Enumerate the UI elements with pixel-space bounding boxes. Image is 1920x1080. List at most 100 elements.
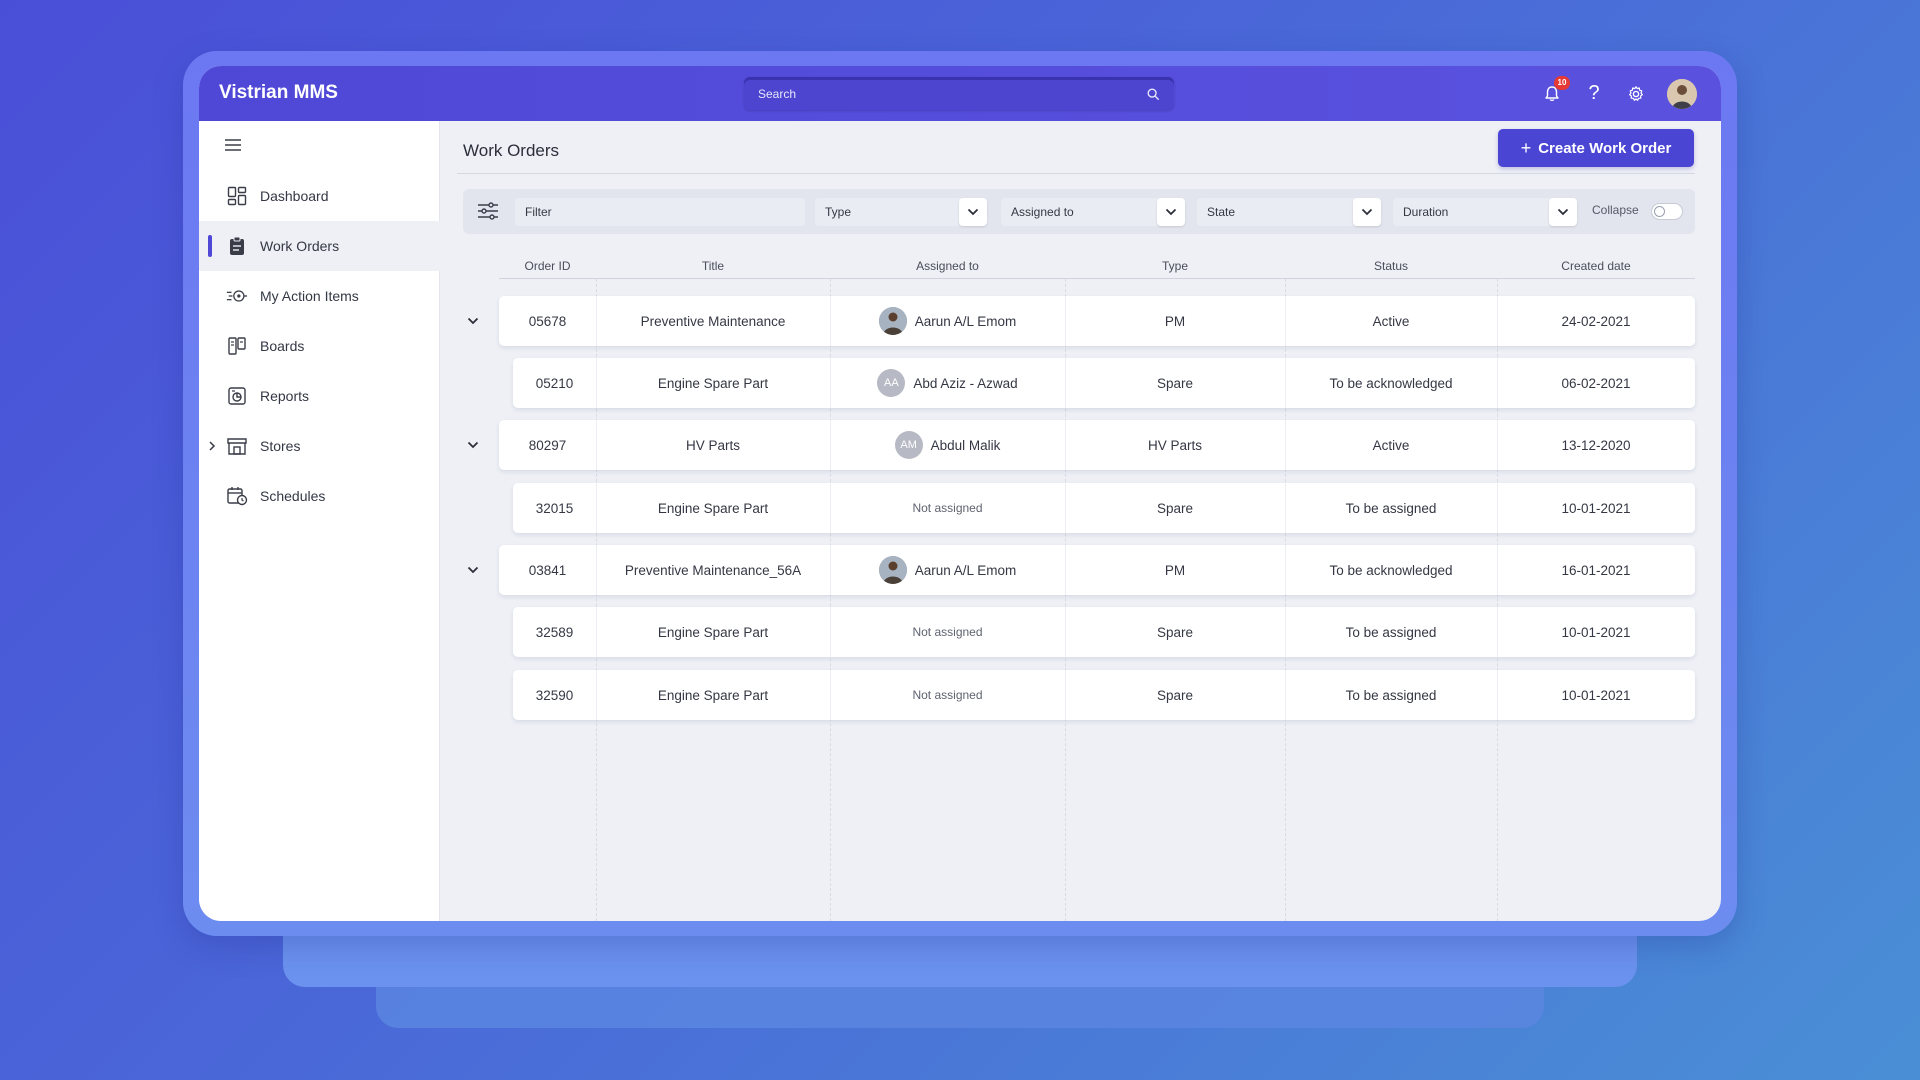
assignee-cell: Not assigned — [830, 670, 1065, 720]
header-order-id[interactable]: Order ID — [499, 259, 596, 273]
sidebar-item-label: Work Orders — [260, 238, 340, 254]
status-cell: Active — [1285, 296, 1497, 346]
chevron-down-icon[interactable] — [959, 198, 987, 226]
table-row[interactable]: 32590 Engine Spare Part Not assigned Spare T… — [513, 670, 1695, 720]
title-cell-text: HV Parts — [685, 437, 740, 453]
help-icon: ? — [1588, 82, 1600, 104]
date-cell-text: 24-02-2021 — [1561, 313, 1631, 329]
filter-settings-icon[interactable] — [477, 201, 499, 221]
order-id-cell-text: 05678 — [528, 313, 567, 329]
menu-icon[interactable] — [225, 138, 241, 152]
status-cell-text: To be assigned — [1345, 624, 1437, 640]
search-icon[interactable] — [1146, 87, 1160, 101]
status-cell-text: Active — [1372, 313, 1410, 329]
main-content: Work Orders + Create Work Order Filter T… — [441, 121, 1721, 921]
status-cell: Active — [1285, 420, 1497, 470]
assignee-cell: Aarun A/L Emom — [830, 545, 1065, 595]
settings-button[interactable] — [1625, 83, 1647, 105]
order-id-cell: 32589 — [513, 607, 596, 657]
status-cell: To be assigned — [1285, 483, 1497, 533]
search-input[interactable]: Search — [744, 77, 1174, 110]
table-row[interactable]: 80297 HV Parts AM Abdul Malik HV Parts Active… — [499, 420, 1695, 470]
assignee-cell-text: Aarun A/L Emom — [914, 562, 1017, 578]
duration-dropdown[interactable]: Duration — [1393, 198, 1577, 226]
title-cell: Engine Spare Part — [596, 483, 830, 533]
chevron-down-icon[interactable] — [1549, 198, 1577, 226]
status-cell: To be assigned — [1285, 607, 1497, 657]
header-actions: 10 ? — [1541, 75, 1697, 110]
status-cell: To be acknowledged — [1285, 358, 1497, 408]
notifications-button[interactable]: 10 — [1541, 75, 1570, 105]
table-row[interactable]: 05210 Engine Spare Part AA Abd Aziz - Azwad… — [513, 358, 1695, 408]
create-work-order-button[interactable]: + Create Work Order — [1498, 129, 1694, 167]
chevron-down-icon[interactable] — [1157, 198, 1185, 226]
filter-placeholder: Filter — [525, 205, 552, 219]
order-id-cell-text: 32590 — [535, 687, 574, 703]
type-cell-text: PM — [1164, 313, 1186, 329]
title-cell: Engine Spare Part — [596, 607, 830, 657]
title-cell-text: Engine Spare Part — [657, 500, 769, 516]
user-avatar[interactable] — [1667, 78, 1697, 109]
reports-icon — [226, 385, 248, 407]
table-row[interactable]: 32015 Engine Spare Part Not assigned Spare T… — [513, 483, 1695, 533]
assigned-to-dropdown[interactable]: Assigned to — [1001, 198, 1185, 226]
expand-row-chevron-icon[interactable] — [466, 438, 480, 452]
help-button[interactable]: ? — [1583, 82, 1605, 105]
collapse-toggle[interactable] — [1651, 203, 1683, 220]
date-cell: 10-01-2021 — [1497, 607, 1695, 657]
order-id-cell-text: 03841 — [528, 562, 567, 578]
store-icon — [226, 435, 248, 457]
status-cell: To be acknowledged — [1285, 545, 1497, 595]
filter-input[interactable]: Filter — [515, 198, 805, 226]
type-dropdown-label: Type — [825, 205, 852, 219]
sidebar-item-work-orders[interactable]: Work Orders — [199, 221, 440, 271]
type-cell-text: Spare — [1156, 624, 1194, 640]
header-status[interactable]: Status — [1285, 259, 1497, 273]
sidebar-item-boards[interactable]: Boards — [199, 321, 440, 371]
status-cell-text: To be acknowledged — [1329, 375, 1453, 391]
assignee-cell-text: Not assigned — [912, 625, 983, 639]
type-cell: Spare — [1065, 483, 1285, 533]
status-cell-text: To be assigned — [1345, 687, 1437, 703]
avatar: AM — [894, 431, 923, 459]
type-cell: PM — [1065, 545, 1285, 595]
table-row[interactable]: 03841 Preventive Maintenance_56A Aarun A/L… — [499, 545, 1695, 595]
sidebar-item-my-action-items[interactable]: My Action Items — [199, 271, 440, 321]
header-type[interactable]: Type — [1065, 259, 1285, 273]
header-created-date[interactable]: Created date — [1497, 259, 1695, 273]
chevron-down-icon[interactable] — [1353, 198, 1381, 226]
sidebar-item-label: Dashboard — [260, 188, 329, 204]
header-title[interactable]: Title — [596, 259, 830, 273]
sidebar-nav: Dashboard Work Orders My Action Items Bo… — [199, 171, 440, 521]
sidebar-item-schedules[interactable]: Schedules — [199, 471, 440, 521]
boards-icon — [226, 335, 248, 357]
status-cell-text: Active — [1372, 437, 1410, 453]
title-cell-text: Engine Spare Part — [657, 375, 769, 391]
clipboard-icon — [226, 235, 248, 257]
chevron-right-icon[interactable] — [208, 440, 216, 452]
expand-row-chevron-icon[interactable] — [466, 314, 480, 328]
type-dropdown[interactable]: Type — [815, 198, 987, 226]
sidebar-item-reports[interactable]: Reports — [199, 371, 440, 421]
avatar — [878, 556, 907, 584]
sidebar-item-dashboard[interactable]: Dashboard — [199, 171, 440, 221]
type-cell: Spare — [1065, 358, 1285, 408]
collapse-label: Collapse — [1592, 203, 1639, 217]
page-title: Work Orders — [463, 141, 560, 160]
expand-row-chevron-icon[interactable] — [466, 563, 480, 577]
table-row[interactable]: 05678 Preventive Maintenance Aarun A/L Emo… — [499, 296, 1695, 346]
order-id-cell: 32015 — [513, 483, 596, 533]
order-id-cell: 80297 — [499, 420, 596, 470]
type-cell-text: Spare — [1156, 375, 1194, 391]
date-cell-text: 10-01-2021 — [1561, 624, 1631, 640]
state-dropdown[interactable]: State — [1197, 198, 1381, 226]
title-cell: Engine Spare Part — [596, 358, 830, 408]
assignee-cell-text: Abd Aziz - Azwad — [913, 375, 1018, 391]
header-assigned-to[interactable]: Assigned to — [830, 259, 1065, 273]
title-cell-text: Preventive Maintenance — [640, 313, 786, 329]
title-cell: HV Parts — [596, 420, 830, 470]
date-cell: 10-01-2021 — [1497, 483, 1695, 533]
sidebar-item-stores[interactable]: Stores — [199, 421, 440, 471]
status-cell: To be assigned — [1285, 670, 1497, 720]
table-row[interactable]: 32589 Engine Spare Part Not assigned Spare T… — [513, 607, 1695, 657]
